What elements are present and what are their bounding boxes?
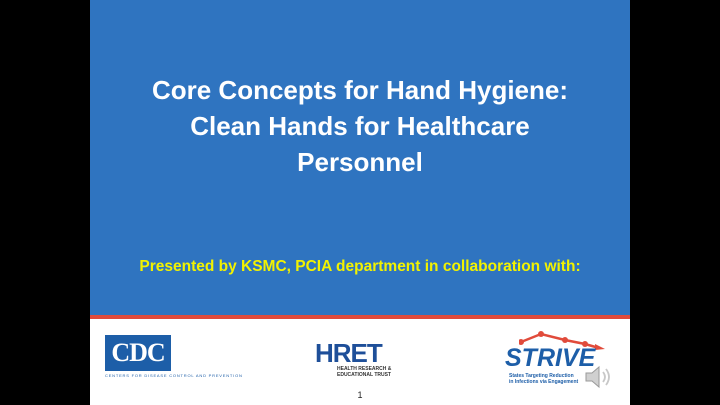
strive-logo-caption-line: in Infections via Engagement xyxy=(509,379,579,385)
hret-logo-letters: HRET xyxy=(315,338,383,368)
page-number: 1 xyxy=(357,390,363,400)
slide-title-line: Clean Hands for Healthcare xyxy=(190,111,530,141)
cdc-logo: CDC CENTERS FOR DISEASE CONTROL AND PREV… xyxy=(105,335,243,378)
title-panel: Core Concepts for Hand Hygiene: Clean Ha… xyxy=(90,0,630,315)
slide: Core Concepts for Hand Hygiene: Clean Ha… xyxy=(90,0,630,405)
cdc-logo-caption: CENTERS FOR DISEASE CONTROL AND PREVENTI… xyxy=(105,373,243,378)
speaker-icon[interactable] xyxy=(582,362,616,392)
divider-stripe xyxy=(90,315,630,319)
slide-title-line: Core Concepts for Hand Hygiene: xyxy=(151,75,569,105)
slide-title-line: Personnel xyxy=(297,147,423,177)
hret-logo: HRET HEALTH RESEARCH & EDUCATIONAL TRUST xyxy=(315,340,405,378)
cdc-logo-box: CDC xyxy=(105,335,171,371)
slide-title: Core Concepts for Hand Hygiene: Clean Ha… xyxy=(110,72,610,180)
strive-logo-caption: States Targeting Reduction in Infections… xyxy=(509,373,578,385)
slide-subtitle: Presented by KSMC, PCIA department in co… xyxy=(139,258,581,275)
cdc-logo-letters: CDC xyxy=(111,338,165,367)
hret-logo-caption-line: EDUCATIONAL TRUST xyxy=(337,372,391,378)
